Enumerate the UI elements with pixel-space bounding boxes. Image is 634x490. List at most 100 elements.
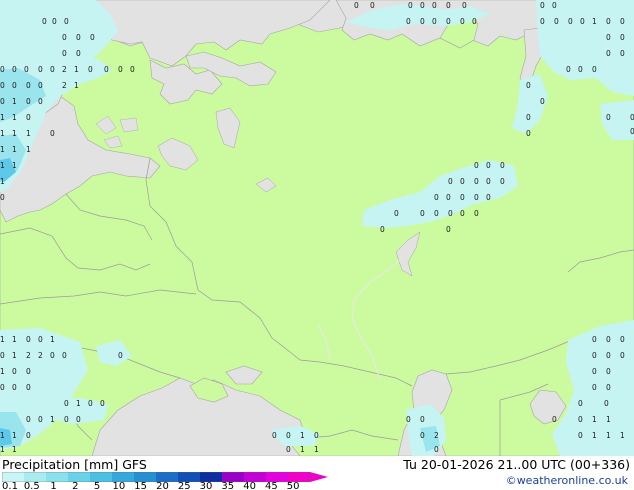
- svg-text:0: 0: [460, 17, 465, 26]
- svg-text:0: 0: [606, 113, 611, 122]
- svg-text:0: 0: [448, 209, 453, 218]
- color-scale-tick-label: 0.5: [23, 481, 40, 490]
- svg-text:0: 0: [446, 225, 451, 234]
- svg-text:0: 0: [370, 1, 375, 10]
- svg-text:0: 0: [26, 97, 31, 106]
- svg-text:0: 0: [606, 49, 611, 58]
- svg-text:0: 0: [62, 351, 67, 360]
- svg-text:0: 0: [474, 177, 479, 186]
- svg-text:0: 0: [462, 1, 467, 10]
- svg-text:0: 0: [540, 97, 545, 106]
- svg-text:0: 0: [62, 49, 67, 58]
- svg-text:1: 1: [620, 431, 625, 440]
- color-scale-arrow: [310, 472, 328, 482]
- svg-text:0: 0: [62, 33, 67, 42]
- svg-text:2: 2: [62, 65, 67, 74]
- svg-text:0: 0: [76, 415, 81, 424]
- color-scale-tick-label: 45: [264, 481, 278, 490]
- svg-text:1: 1: [0, 445, 5, 454]
- svg-text:0: 0: [406, 17, 411, 26]
- svg-text:0: 0: [26, 81, 31, 90]
- svg-text:0: 0: [566, 65, 571, 74]
- color-scale-swatch: [46, 472, 69, 482]
- svg-text:1: 1: [12, 161, 17, 170]
- svg-text:0: 0: [606, 17, 611, 26]
- svg-text:1: 1: [592, 17, 597, 26]
- svg-text:0: 0: [434, 193, 439, 202]
- svg-text:0: 0: [354, 1, 359, 10]
- svg-text:1: 1: [0, 335, 5, 344]
- svg-text:0: 0: [380, 225, 385, 234]
- svg-text:0: 0: [474, 161, 479, 170]
- svg-text:0: 0: [552, 1, 557, 10]
- svg-text:0: 0: [620, 49, 625, 58]
- svg-text:0: 0: [0, 351, 5, 360]
- svg-text:0: 0: [578, 415, 583, 424]
- svg-text:0: 0: [64, 415, 69, 424]
- svg-text:0: 0: [474, 209, 479, 218]
- svg-text:0: 0: [104, 65, 109, 74]
- svg-text:0: 0: [0, 65, 5, 74]
- svg-text:0: 0: [474, 193, 479, 202]
- copyright-link[interactable]: ©weatheronline.co.uk: [506, 474, 628, 487]
- color-scale-tick-label: 15: [134, 481, 148, 490]
- svg-text:0: 0: [578, 431, 583, 440]
- svg-text:0: 0: [446, 17, 451, 26]
- svg-text:1: 1: [0, 129, 5, 138]
- svg-text:1: 1: [0, 113, 5, 122]
- svg-text:0: 0: [526, 81, 531, 90]
- svg-text:0: 0: [578, 399, 583, 408]
- svg-text:0: 0: [472, 17, 477, 26]
- svg-text:1: 1: [592, 415, 597, 424]
- svg-text:1: 1: [12, 129, 17, 138]
- svg-text:1: 1: [74, 81, 79, 90]
- svg-text:0: 0: [554, 17, 559, 26]
- svg-text:0: 0: [592, 383, 597, 392]
- svg-text:1: 1: [606, 415, 611, 424]
- svg-text:0: 0: [620, 17, 625, 26]
- svg-text:0: 0: [286, 431, 291, 440]
- svg-text:1: 1: [0, 161, 5, 170]
- svg-text:0: 0: [24, 65, 29, 74]
- svg-text:0: 0: [12, 65, 17, 74]
- svg-text:1: 1: [12, 113, 17, 122]
- svg-text:0: 0: [38, 335, 43, 344]
- legend-title: Precipitation [mm] GFS: [2, 457, 147, 472]
- svg-text:0: 0: [64, 399, 69, 408]
- forecast-datetime: Tu 20-01-2026 21..00 UTC (00+336): [403, 457, 630, 472]
- svg-text:0: 0: [606, 335, 611, 344]
- svg-text:0: 0: [26, 335, 31, 344]
- svg-text:0: 0: [432, 1, 437, 10]
- svg-text:0: 0: [38, 97, 43, 106]
- svg-text:0: 0: [620, 335, 625, 344]
- svg-text:0: 0: [606, 33, 611, 42]
- svg-text:0: 0: [64, 17, 69, 26]
- legend-panel: Precipitation [mm] GFS Tu 20-01-2026 21.…: [0, 456, 634, 490]
- svg-text:0: 0: [500, 161, 505, 170]
- svg-text:0: 0: [434, 445, 439, 454]
- svg-text:0: 0: [446, 193, 451, 202]
- svg-text:0: 0: [486, 177, 491, 186]
- svg-text:0: 0: [26, 415, 31, 424]
- svg-text:0: 0: [88, 399, 93, 408]
- svg-text:1: 1: [12, 351, 17, 360]
- svg-text:0: 0: [272, 431, 277, 440]
- weather-map-page: 000 000 00 00000210000 000021 0100 110 1…: [0, 0, 634, 490]
- svg-text:1: 1: [606, 431, 611, 440]
- svg-text:0: 0: [420, 209, 425, 218]
- svg-text:0: 0: [486, 193, 491, 202]
- svg-text:0: 0: [38, 415, 43, 424]
- svg-text:1: 1: [76, 399, 81, 408]
- color-scale-tick-label: 0.1: [2, 481, 18, 490]
- svg-text:1: 1: [300, 445, 305, 454]
- svg-text:0: 0: [446, 1, 451, 10]
- svg-text:0: 0: [50, 351, 55, 360]
- svg-text:0: 0: [420, 1, 425, 10]
- svg-text:0: 0: [630, 113, 634, 122]
- svg-text:2: 2: [26, 351, 31, 360]
- svg-text:0: 0: [486, 161, 491, 170]
- svg-text:0: 0: [38, 81, 43, 90]
- svg-text:1: 1: [12, 445, 17, 454]
- svg-text:0: 0: [526, 113, 531, 122]
- svg-text:0: 0: [76, 49, 81, 58]
